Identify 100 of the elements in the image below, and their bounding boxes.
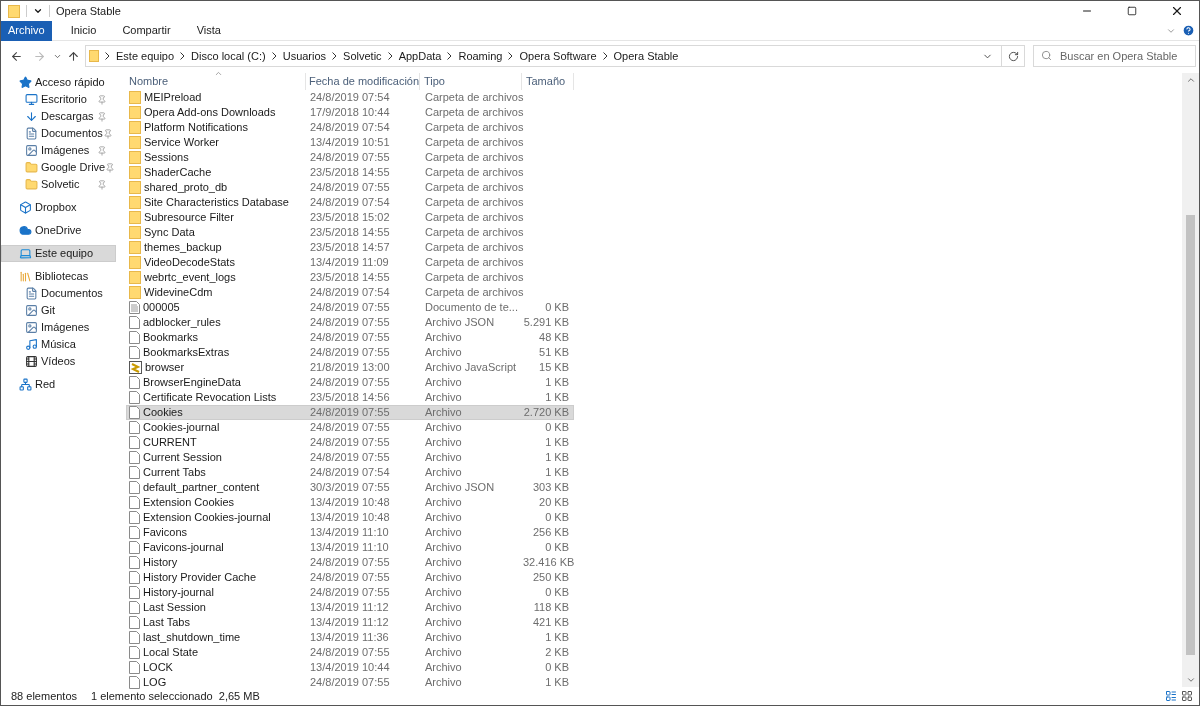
file-row[interactable]: last_shutdown_time 13/4/2019 11:36 Archivo 1 KB: [126, 629, 574, 645]
nav-item[interactable]: OneDrive: [1, 222, 116, 239]
file-icon: [129, 330, 140, 344]
nav-item[interactable]: Música: [1, 336, 116, 353]
breadcrumb-item[interactable]: Opera Stable: [613, 47, 679, 65]
file-row[interactable]: Favicons 13/4/2019 11:10 Archivo 256 KB: [126, 524, 574, 540]
desktop-icon: [25, 93, 38, 106]
scrollbar-thumb[interactable]: [1186, 215, 1195, 655]
file-row[interactable]: Sync Data 23/5/2018 14:55 Carpeta de archivos: [126, 224, 574, 240]
nav-item[interactable]: Documentos: [1, 285, 116, 302]
file-row[interactable]: BrowserEngineData 24/8/2019 07:55 Archivo 1 KB: [126, 374, 574, 390]
nav-item[interactable]: Dropbox: [1, 199, 116, 216]
file-row[interactable]: Opera Add-ons Downloads 17/9/2018 10:44 Carpeta de archivos: [126, 104, 574, 120]
ribbon-tab[interactable]: Vista: [189, 20, 228, 41]
maximize-icon[interactable]: [1126, 6, 1137, 16]
ribbon-tab[interactable]: Compartir: [115, 20, 178, 41]
ribbon-tab[interactable]: Inicio: [63, 20, 104, 41]
nav-item[interactable]: Solvetic: [1, 176, 116, 193]
file-name: Current Tabs: [143, 464, 206, 480]
file-row[interactable]: Extension Cookies 13/4/2019 10:48 Archivo 20 KB: [126, 494, 574, 510]
refresh-icon[interactable]: [1007, 50, 1019, 62]
file-row[interactable]: Service Worker 13/4/2019 10:51 Carpeta de archivos: [126, 134, 574, 150]
nav-item[interactable]: Descargas: [1, 108, 116, 125]
file-row[interactable]: MEIPreload 24/8/2019 07:54 Carpeta de archivos: [126, 89, 574, 105]
file-row[interactable]: browser 21/8/2019 13:00 Archivo JavaScript 15 KB: [126, 359, 574, 375]
file-row[interactable]: Cookies 24/8/2019 07:55 Archivo 2.720 KB: [126, 404, 574, 420]
file-row[interactable]: VideoDecodeStats 13/4/2019 11:09 Carpeta de archivos: [126, 254, 574, 270]
breadcrumb-item[interactable]: Solvetic: [343, 47, 382, 65]
file-row[interactable]: Bookmarks 24/8/2019 07:55 Archivo 48 KB: [126, 329, 574, 345]
file-icon: [129, 405, 140, 419]
file-row[interactable]: Extension Cookies-journal 13/4/2019 10:48 Archivo 0 KB: [126, 509, 574, 525]
file-row[interactable]: themes_backup 23/5/2018 14:57 Carpeta de archivos: [126, 239, 574, 255]
file-row[interactable]: History 24/8/2019 07:55 Archivo 32.416 KB: [126, 554, 574, 570]
scrollbar[interactable]: [1182, 73, 1199, 687]
file-row[interactable]: Platform Notifications 24/8/2019 07:54 Carpeta de archivos: [126, 119, 574, 135]
file-row[interactable]: 000005 24/8/2019 07:55 Documento de te... 0 KB: [126, 299, 574, 315]
address-bar[interactable]: Este equipo Disco local (C:) Usuarios Solvetic AppData Roaming Opera Software Opera Stable: [85, 45, 1025, 67]
file-row[interactable]: LOCK 13/4/2019 10:44 Archivo 0 KB: [126, 659, 574, 675]
nav-item[interactable]: Escritorio: [1, 91, 116, 108]
nav-item[interactable]: Git: [1, 302, 116, 319]
file-name: ShaderCache: [144, 164, 212, 180]
file-row[interactable]: History Provider Cache 24/8/2019 07:55 Archivo 250 KB: [126, 569, 574, 585]
nav-item[interactable]: Imágenes: [1, 142, 116, 159]
file-row[interactable]: Site Characteristics Database 24/8/2019 07:54 Carpeta de archivos: [126, 194, 574, 210]
column-header[interactable]: Nombre: [126, 73, 306, 90]
scroll-up-icon[interactable]: [1185, 75, 1196, 85]
folder-icon: [129, 255, 141, 269]
nav-item[interactable]: Vídeos: [1, 353, 116, 370]
back-icon[interactable]: [10, 49, 23, 63]
column-header[interactable]: Tipo: [420, 73, 522, 90]
nav-item[interactable]: Acceso rápido: [1, 74, 116, 91]
up-icon[interactable]: [67, 49, 80, 63]
file-row[interactable]: Cookies-journal 24/8/2019 07:55 Archivo 0 KB: [126, 419, 574, 435]
file-row[interactable]: webrtc_event_logs 23/5/2018 14:55 Carpeta de archivos: [126, 269, 574, 285]
nav-item[interactable]: Google Drive: [1, 159, 116, 176]
file-row[interactable]: Local State 24/8/2019 07:55 Archivo 2 KB: [126, 644, 574, 660]
file-row[interactable]: Current Tabs 24/8/2019 07:54 Archivo 1 KB: [126, 464, 574, 480]
file-type: Carpeta de archivos: [424, 254, 523, 270]
file-row[interactable]: Last Tabs 13/4/2019 11:12 Archivo 421 KB: [126, 614, 574, 630]
file-size: 0 KB: [545, 540, 569, 553]
file-row[interactable]: Last Session 13/4/2019 11:12 Archivo 118 KB: [126, 599, 574, 615]
file-size: 303 KB: [532, 480, 569, 493]
file-row[interactable]: default_partner_content 30/3/2019 07:55 Archivo JSON 303 KB: [126, 479, 574, 495]
file-row[interactable]: BookmarksExtras 24/8/2019 07:55 Archivo 51 KB: [126, 344, 574, 360]
folder-icon: [129, 270, 141, 284]
file-row[interactable]: Favicons-journal 13/4/2019 11:10 Archivo 0 KB: [126, 539, 574, 555]
search-field[interactable]: Buscar en Opera Stable: [1033, 45, 1196, 67]
scroll-down-icon[interactable]: [1185, 675, 1196, 685]
file-row[interactable]: Current Session 24/8/2019 07:55 Archivo 1 KB: [126, 449, 574, 465]
file-row[interactable]: Subresource Filter 23/5/2018 15:02 Carpeta de archivos: [126, 209, 574, 225]
file-row[interactable]: adblocker_rules 24/8/2019 07:55 Archivo JSON 5.291 KB: [126, 314, 574, 330]
breadcrumb-item[interactable]: Opera Software: [519, 47, 597, 65]
breadcrumb-item[interactable]: Disco local (C:): [191, 47, 266, 65]
nav-item[interactable]: Red: [1, 376, 116, 393]
file-icon: [129, 600, 140, 614]
breadcrumb-item[interactable]: AppData: [398, 47, 442, 65]
breadcrumb-item[interactable]: Este equipo: [116, 47, 175, 65]
column-header[interactable]: Tamaño: [522, 73, 574, 90]
file-row[interactable]: Sessions 24/8/2019 07:55 Carpeta de archivos: [126, 149, 574, 165]
file-row[interactable]: shared_proto_db 24/8/2019 07:55 Carpeta de archivos: [126, 179, 574, 195]
quick-access-dropdown-icon[interactable]: [33, 6, 43, 16]
tiles-view-icon[interactable]: [1181, 690, 1193, 702]
help-icon[interactable]: [1182, 24, 1195, 37]
modified-date: 24/8/2019 07:55: [309, 329, 391, 345]
file-row[interactable]: LOG 24/8/2019 07:55 Archivo 1 KB: [126, 674, 574, 690]
nav-item[interactable]: Bibliotecas: [1, 268, 116, 285]
file-row[interactable]: Certificate Revocation Lists 23/5/2018 14:56 Archivo 1 KB: [126, 389, 574, 405]
file-row[interactable]: History-journal 24/8/2019 07:55 Archivo 0 KB: [126, 584, 574, 600]
column-header[interactable]: Fecha de modificación: [306, 73, 420, 90]
details-view-icon[interactable]: [1165, 690, 1177, 702]
nav-item[interactable]: Imágenes: [1, 319, 116, 336]
breadcrumb-item[interactable]: Roaming: [458, 47, 503, 65]
file-row[interactable]: ShaderCache 23/5/2018 14:55 Carpeta de archivos: [126, 164, 574, 180]
breadcrumb-item[interactable]: Usuarios: [282, 47, 327, 65]
file-row[interactable]: WidevineCdm 24/8/2019 07:54 Carpeta de archivos: [126, 284, 574, 300]
file-row[interactable]: CURRENT 24/8/2019 07:55 Archivo 1 KB: [126, 434, 574, 450]
nav-item[interactable]: Documentos: [1, 125, 116, 142]
ribbon-tab[interactable]: Archivo: [1, 20, 52, 41]
nav-item[interactable]: Este equipo: [1, 245, 116, 262]
modified-date: 24/8/2019 07:55: [309, 434, 391, 450]
